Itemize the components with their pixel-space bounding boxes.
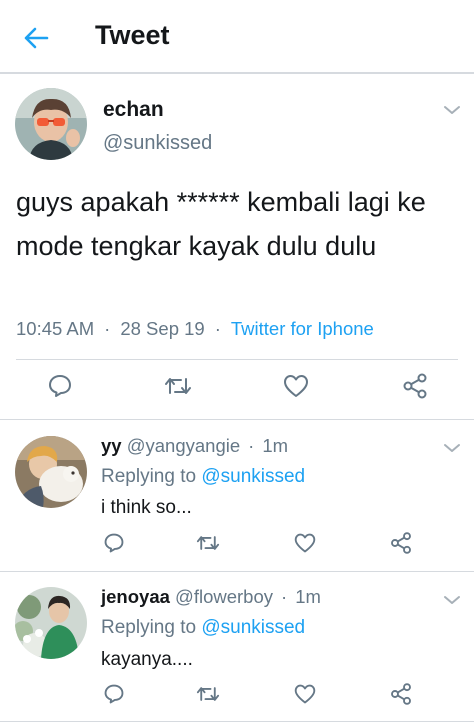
comment-icon xyxy=(104,533,124,553)
replying-to: Replying to @sunkissed xyxy=(101,466,305,488)
chevron-down-icon xyxy=(444,106,460,114)
replying-to: Replying to @sunkissed xyxy=(101,617,305,639)
reply-tweet[interactable]: yy @yangyangie · 1m Replying to @sunkissed… xyxy=(0,420,474,572)
author-handle[interactable]: @sunkissed xyxy=(103,132,212,155)
arrow-left-icon xyxy=(24,27,49,49)
main-tweet: echan @sunkissed guys apakah ****** kemb… xyxy=(0,76,474,420)
heart-icon xyxy=(284,375,308,397)
comment-icon xyxy=(49,375,71,397)
tweet-meta: 10:45 AM · 28 Sep 19 · Twitter for Iphone xyxy=(16,318,374,340)
share-icon xyxy=(403,373,427,399)
meta-separator: · xyxy=(104,318,111,339)
avatar[interactable] xyxy=(15,436,87,508)
retweet-button[interactable] xyxy=(193,528,223,558)
author-name[interactable]: echan xyxy=(103,98,164,122)
reply-button[interactable] xyxy=(99,679,129,709)
avatar[interactable] xyxy=(15,587,87,659)
replying-to-mention[interactable]: @sunkissed xyxy=(201,617,305,638)
reply-author-handle[interactable]: @flowerboy xyxy=(175,586,273,607)
retweet-button[interactable] xyxy=(193,679,223,709)
reply-text: i think so... xyxy=(101,497,192,518)
replying-to-label: Replying to xyxy=(101,466,197,487)
reply-text: kayanya.... xyxy=(101,649,193,670)
retweet-icon xyxy=(165,378,191,394)
tweet-time: 10:45 AM xyxy=(16,318,95,339)
retweet-icon xyxy=(196,536,220,550)
heart-icon xyxy=(294,684,316,704)
tweet-date: 28 Sep 19 xyxy=(120,318,205,339)
share-icon xyxy=(391,683,411,705)
reply-tweet[interactable]: jenoyaa @flowerboy · 1m Replying to @sunki… xyxy=(0,572,474,722)
replying-to-label: Replying to xyxy=(101,617,197,638)
avatar[interactable] xyxy=(15,88,87,160)
reply-timestamp: 1m xyxy=(295,586,321,607)
reply-button[interactable] xyxy=(99,528,129,558)
reply-header: jenoyaa @flowerboy · 1m xyxy=(101,586,321,608)
retweet-button[interactable] xyxy=(163,371,193,401)
share-button[interactable] xyxy=(386,528,416,558)
header-separator: · xyxy=(248,435,255,456)
reply-button[interactable] xyxy=(45,371,75,401)
replying-to-mention[interactable]: @sunkissed xyxy=(201,466,305,487)
comment-icon xyxy=(104,684,124,704)
top-bar: Tweet xyxy=(0,0,474,74)
like-button[interactable] xyxy=(290,679,320,709)
like-button[interactable] xyxy=(281,371,311,401)
retweet-icon xyxy=(196,687,220,701)
meta-separator: · xyxy=(214,318,221,339)
reply-author-name[interactable]: yy xyxy=(101,435,122,456)
tweet-source-link[interactable]: Twitter for Iphone xyxy=(231,318,374,339)
reply-author-handle[interactable]: @yangyangie xyxy=(127,435,240,456)
chevron-down-icon xyxy=(444,444,460,452)
share-button[interactable] xyxy=(386,679,416,709)
like-button[interactable] xyxy=(290,528,320,558)
header-separator: · xyxy=(281,586,288,607)
tweet-options-button[interactable] xyxy=(440,98,464,122)
share-button[interactable] xyxy=(400,371,430,401)
divider xyxy=(16,359,458,360)
share-icon xyxy=(391,532,411,554)
reply-options-button[interactable] xyxy=(440,436,464,460)
chevron-down-icon xyxy=(444,596,460,604)
reply-timestamp: 1m xyxy=(262,435,289,456)
tweet-text: guys apakah ****** kembali lagi ke mode … xyxy=(16,187,426,261)
reply-options-button[interactable] xyxy=(440,588,464,612)
heart-icon xyxy=(294,533,316,553)
reply-header: yy @yangyangie · 1m xyxy=(101,435,288,457)
tweet-actions xyxy=(0,371,474,405)
reply-author-name[interactable]: jenoyaa xyxy=(101,586,170,607)
page-title: Tweet xyxy=(95,20,170,50)
back-button[interactable] xyxy=(18,20,54,56)
